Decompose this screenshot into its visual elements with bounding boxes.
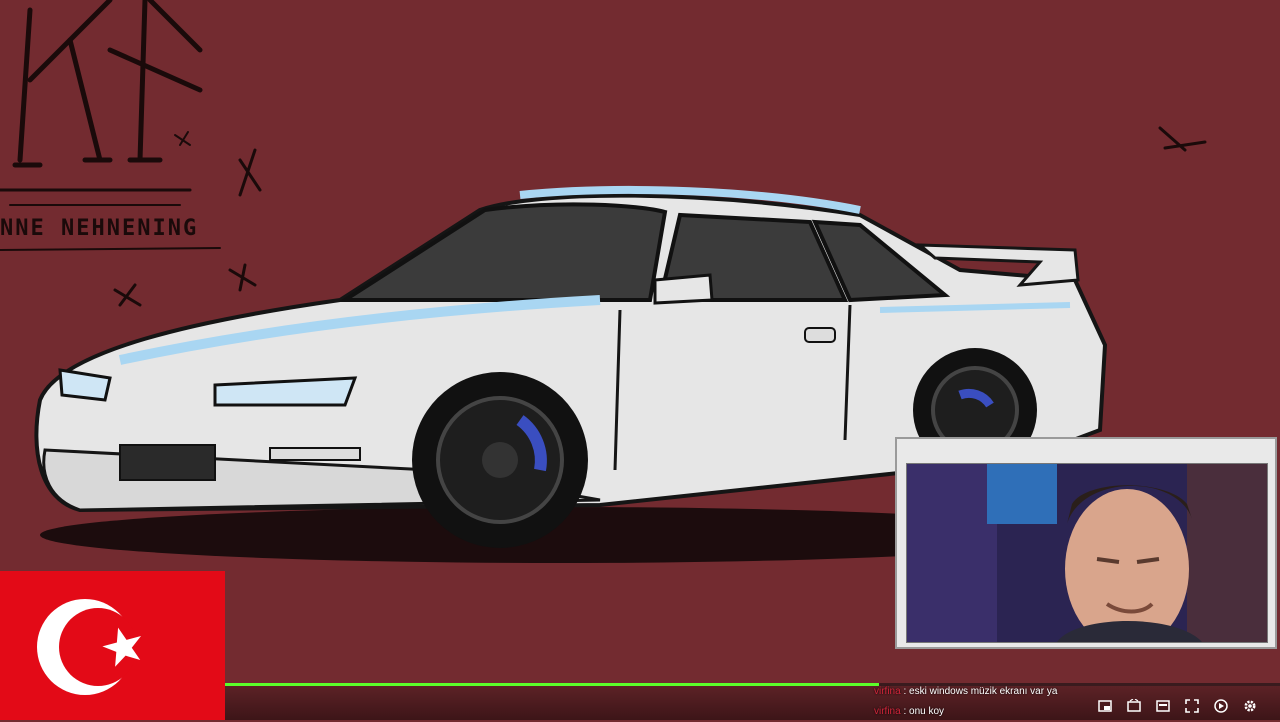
- art-caption: NNE NEHNENING: [0, 216, 199, 241]
- fullscreen-button[interactable]: [1183, 697, 1201, 715]
- autoplay-icon: [1214, 699, 1228, 713]
- cast-icon: [1156, 700, 1170, 712]
- webcam-feed: [906, 463, 1268, 643]
- fullscreen-icon: [1185, 699, 1199, 713]
- turkey-flag: [0, 571, 225, 720]
- chat-text: onu koy: [909, 706, 945, 717]
- theater-button[interactable]: [1125, 697, 1143, 715]
- settings-icon: [1244, 700, 1256, 712]
- chat-text: eski windows müzik ekranı var ya: [909, 686, 1058, 697]
- chat-username: virfina: [874, 706, 901, 717]
- miniplayer-icon: [1098, 700, 1112, 712]
- video-player[interactable]: NNE NEHNENING virfina: eski windows müz…: [0, 0, 1280, 720]
- webcam-overlay: [895, 437, 1277, 649]
- miniplayer-button[interactable]: [1096, 697, 1114, 715]
- chat-message: virfina : eski windows müzik ekranı var …: [874, 686, 1058, 697]
- cast-button[interactable]: [1154, 697, 1172, 715]
- chat-message: virfina : onu koy: [874, 706, 945, 717]
- settings-button[interactable]: [1241, 697, 1259, 715]
- chat-overlay: virfina : eski windows müzik ekranı var …: [874, 682, 1104, 722]
- player-controls: [1096, 697, 1259, 715]
- autoplay-button[interactable]: [1212, 697, 1230, 715]
- theater-icon: [1127, 699, 1141, 712]
- chat-username: virfina: [874, 686, 901, 697]
